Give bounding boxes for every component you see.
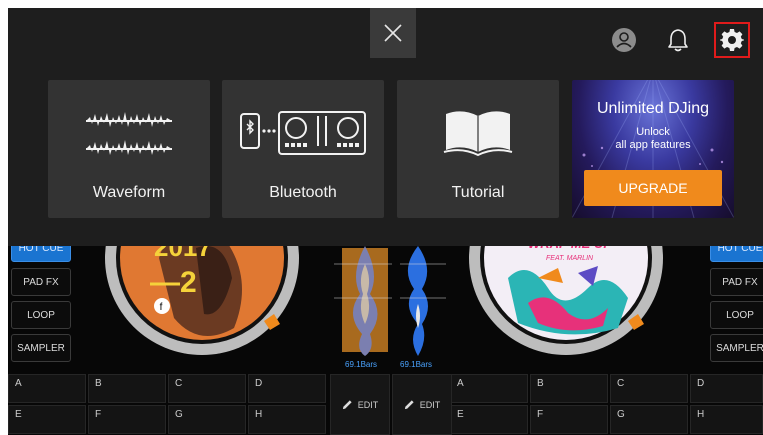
waveform-icon bbox=[86, 112, 172, 155]
left-pad-g[interactable]: G bbox=[168, 405, 246, 434]
right-pad-h[interactable]: H bbox=[690, 405, 763, 434]
center-waveform-display[interactable] bbox=[330, 244, 450, 374]
bluetooth-controller-icon bbox=[240, 111, 366, 155]
right-pad-a[interactable]: A bbox=[450, 374, 528, 403]
bell-icon bbox=[668, 29, 688, 52]
right-pad-f[interactable]: F bbox=[530, 405, 608, 434]
right-pad-g[interactable]: G bbox=[610, 405, 688, 434]
left-pad-c[interactable]: C bbox=[168, 374, 246, 403]
book-icon bbox=[443, 111, 513, 157]
left-pad-h[interactable]: H bbox=[248, 405, 326, 434]
right-pad-e[interactable]: E bbox=[450, 405, 528, 434]
account-icon bbox=[612, 28, 636, 52]
right-pad-b[interactable]: B bbox=[530, 374, 608, 403]
left-sampler-button[interactable]: SAMPLER bbox=[11, 334, 71, 362]
right-pad-c[interactable]: C bbox=[610, 374, 688, 403]
tutorial-card-label: Tutorial bbox=[451, 184, 505, 201]
right-album-feat: FEAT. MARLIN bbox=[546, 255, 594, 262]
app-window: HOT CUE PAD FX LOOP SAMPLER HOT CUE PAD … bbox=[8, 8, 763, 435]
gear-icon bbox=[720, 29, 744, 51]
svg-text:f: f bbox=[160, 302, 163, 313]
left-pad-fx-button[interactable]: PAD FX bbox=[11, 268, 71, 296]
right-sampler-button[interactable]: SAMPLER bbox=[710, 334, 763, 362]
left-pad-e[interactable]: E bbox=[8, 405, 86, 434]
bluetooth-card[interactable]: Bluetooth bbox=[222, 80, 384, 218]
right-pad-fx-button[interactable]: PAD FX bbox=[710, 268, 763, 296]
left-pad-a[interactable]: A bbox=[8, 374, 86, 403]
left-loop-button[interactable]: LOOP bbox=[11, 301, 71, 329]
left-bars-readout: 69.1Bars bbox=[345, 360, 378, 369]
waveform-card[interactable]: Waveform bbox=[48, 80, 210, 218]
left-pad-f[interactable]: F bbox=[88, 405, 166, 434]
quick-menu-overlay: Waveform Bluetooth Tutorial Unlimited DJ… bbox=[8, 8, 763, 246]
right-bars-readout: 69.1Bars bbox=[400, 360, 433, 369]
settings-button[interactable] bbox=[714, 22, 750, 58]
upgrade-button[interactable]: UPGRADE bbox=[584, 170, 722, 206]
left-album-number: —2 bbox=[150, 266, 197, 299]
tutorial-card[interactable]: Tutorial bbox=[397, 80, 559, 218]
left-edit-button[interactable]: EDIT bbox=[330, 374, 390, 435]
waveform-card-label: Waveform bbox=[92, 184, 166, 201]
left-pad-b[interactable]: B bbox=[88, 374, 166, 403]
account-button[interactable] bbox=[608, 24, 640, 56]
unlimited-djing-promo[interactable]: Unlimited DJing Unlock all app features … bbox=[572, 80, 734, 218]
close-icon bbox=[384, 24, 402, 42]
left-pad-d[interactable]: D bbox=[248, 374, 326, 403]
notifications-button[interactable] bbox=[662, 24, 694, 56]
right-loop-button[interactable]: LOOP bbox=[710, 301, 763, 329]
close-button[interactable] bbox=[370, 8, 416, 58]
promo-subtitle: Unlock all app features bbox=[615, 126, 691, 151]
bluetooth-card-label: Bluetooth bbox=[269, 184, 337, 201]
right-edit-button[interactable]: EDIT bbox=[392, 374, 452, 435]
pencil-icon bbox=[342, 400, 352, 410]
promo-title: Unlimited DJing bbox=[596, 100, 710, 117]
right-pad-d[interactable]: D bbox=[690, 374, 763, 403]
pencil-icon bbox=[404, 400, 414, 410]
